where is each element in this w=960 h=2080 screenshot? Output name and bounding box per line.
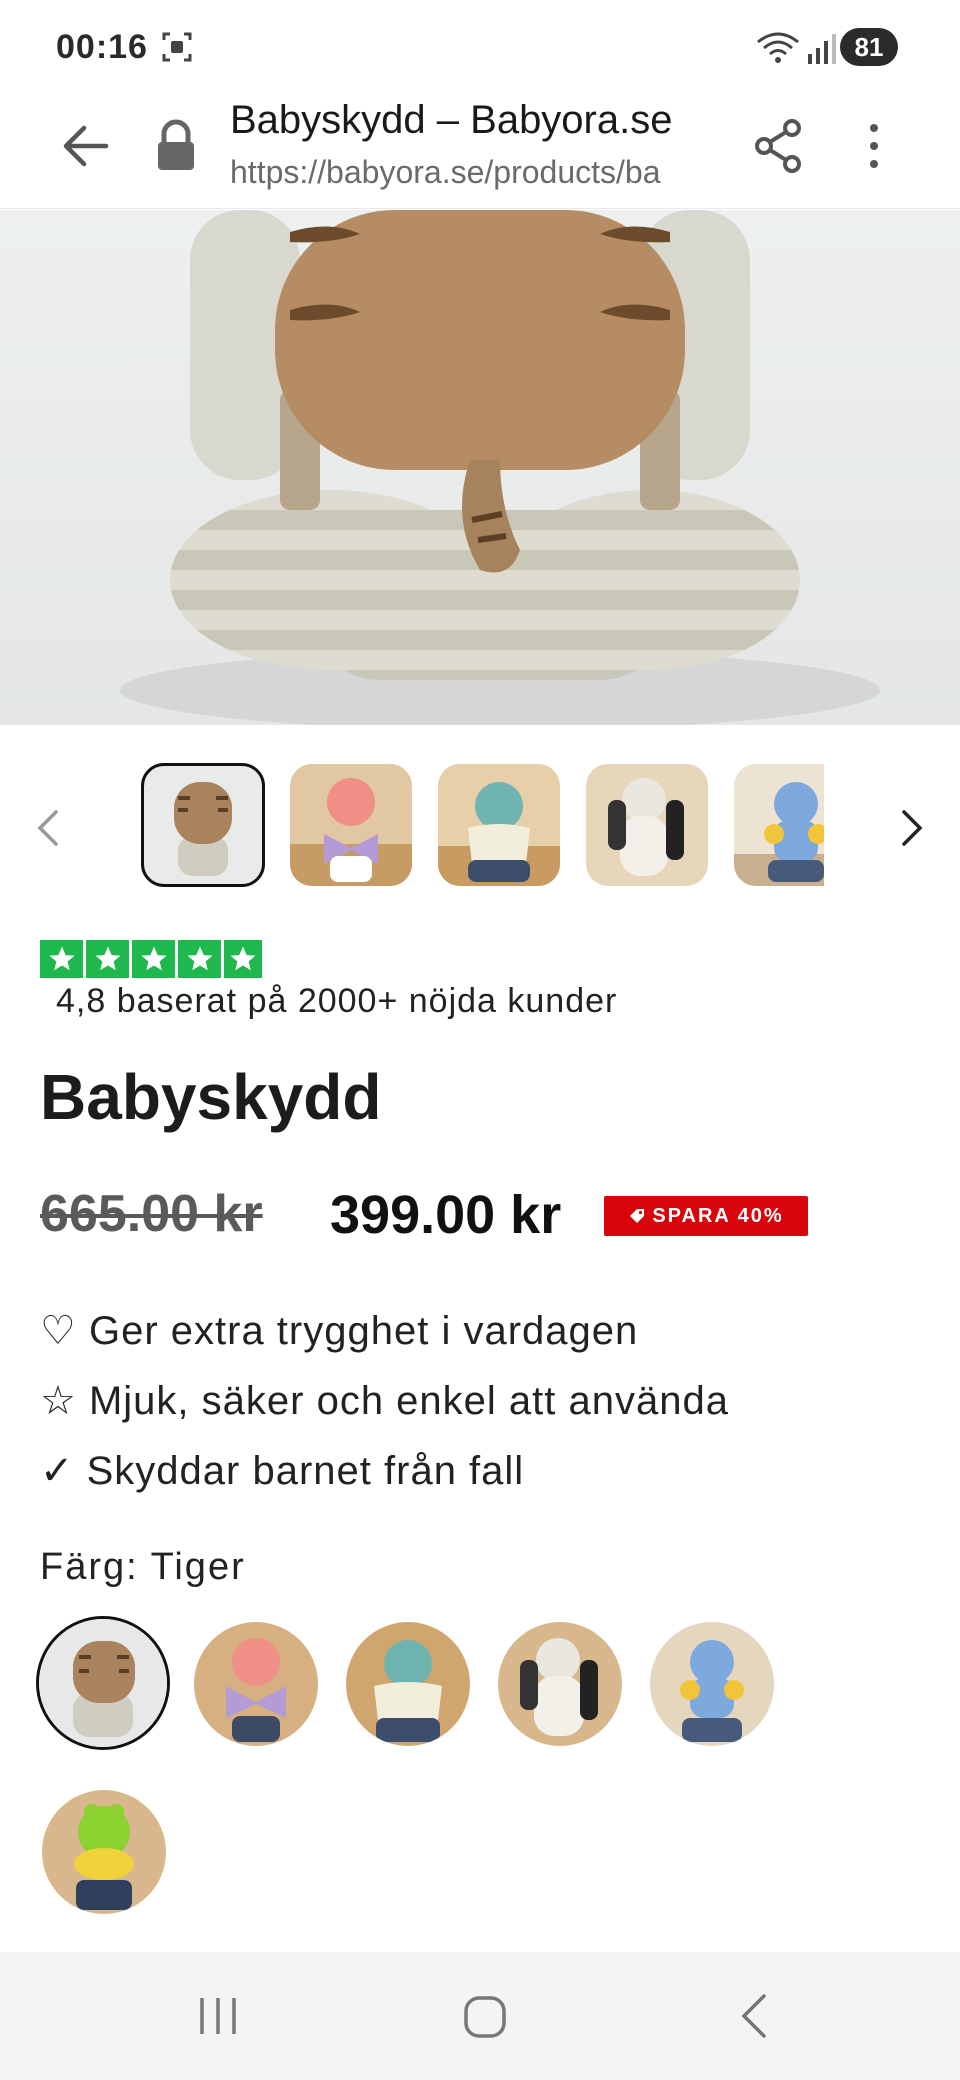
thumbnail-white-panda-image xyxy=(586,764,708,886)
color-label: Färg: Tiger xyxy=(40,1546,246,1588)
swatch-pink-butterfly[interactable] xyxy=(194,1622,318,1746)
wifi-icon xyxy=(757,32,799,63)
page-title[interactable]: Babyskydd – Babyora.se xyxy=(230,98,672,143)
thumbnail-blue-dino-image xyxy=(734,764,824,886)
product-title: Babyskydd xyxy=(40,1061,382,1133)
star-icon xyxy=(178,940,221,978)
thumbnail-pink-butterfly-image xyxy=(290,764,412,886)
old-price: 665.00 kr xyxy=(40,1185,263,1243)
swatch-pink-butterfly-image xyxy=(194,1622,318,1746)
swatch-white-panda[interactable] xyxy=(498,1622,622,1746)
thumbnail-tiger-image xyxy=(142,764,264,886)
swatch-white-panda-image xyxy=(498,1622,622,1746)
swatch-tiger[interactable] xyxy=(36,1616,170,1750)
battery-indicator: 81 xyxy=(840,28,898,66)
sale-price: 399.00 kr xyxy=(330,1185,562,1245)
recent-apps-icon[interactable] xyxy=(196,1994,240,2038)
hero-illustration xyxy=(120,210,880,725)
swatch-green-frog[interactable] xyxy=(42,1790,166,1914)
tag-icon xyxy=(630,1209,645,1223)
swatch-blue-dino[interactable] xyxy=(650,1622,774,1746)
chevron-left-icon[interactable] xyxy=(738,1992,770,2040)
feature-item: ♡ Ger extra trygghet i vardagen xyxy=(40,1309,639,1353)
lock-icon[interactable] xyxy=(154,118,198,174)
thumbnail-teal-bee[interactable] xyxy=(438,764,560,886)
product-hero-image[interactable] xyxy=(0,210,960,725)
home-icon[interactable] xyxy=(462,1994,508,2040)
more-vert-icon[interactable] xyxy=(862,118,886,174)
signal-icon xyxy=(808,34,836,64)
feature-item: ✓ Skyddar barnet från fall xyxy=(40,1449,525,1493)
swatch-teal-bee[interactable] xyxy=(346,1622,470,1746)
save-badge: SPARA 40% xyxy=(604,1196,808,1236)
star-icon xyxy=(224,940,262,978)
swatch-teal-bee-image xyxy=(346,1622,470,1746)
page-url[interactable]: https://babyora.se/products/ba xyxy=(230,154,716,191)
rating-text: 4,8 baserat på 2000+ nöjda kunder xyxy=(56,982,618,1020)
swatch-green-frog-image xyxy=(42,1790,166,1914)
star-icon xyxy=(132,940,175,978)
swatch-blue-dino-image xyxy=(650,1622,774,1746)
arrow-left-icon[interactable] xyxy=(58,118,114,174)
feature-item: ☆ Mjuk, säker och enkel att använda xyxy=(40,1379,729,1423)
star-icon xyxy=(86,940,129,978)
thumbnail-pink-butterfly[interactable] xyxy=(290,764,412,886)
save-badge-label: SPARA 40% xyxy=(652,1204,784,1227)
screenshot-icon xyxy=(162,32,192,62)
thumbnail-white-panda[interactable] xyxy=(586,764,708,886)
star-icon xyxy=(40,940,83,978)
status-time: 00:16 xyxy=(56,28,148,66)
thumbnail-blue-dino[interactable] xyxy=(734,764,824,886)
swatch-tiger-image xyxy=(39,1619,167,1747)
thumbnail-teal-bee-image xyxy=(438,764,560,886)
carousel-prev-icon[interactable] xyxy=(34,808,62,848)
carousel-next-icon[interactable] xyxy=(898,808,926,848)
share-icon[interactable] xyxy=(752,118,804,174)
rating-stars xyxy=(40,940,262,978)
thumbnail-tiger[interactable] xyxy=(141,763,265,887)
